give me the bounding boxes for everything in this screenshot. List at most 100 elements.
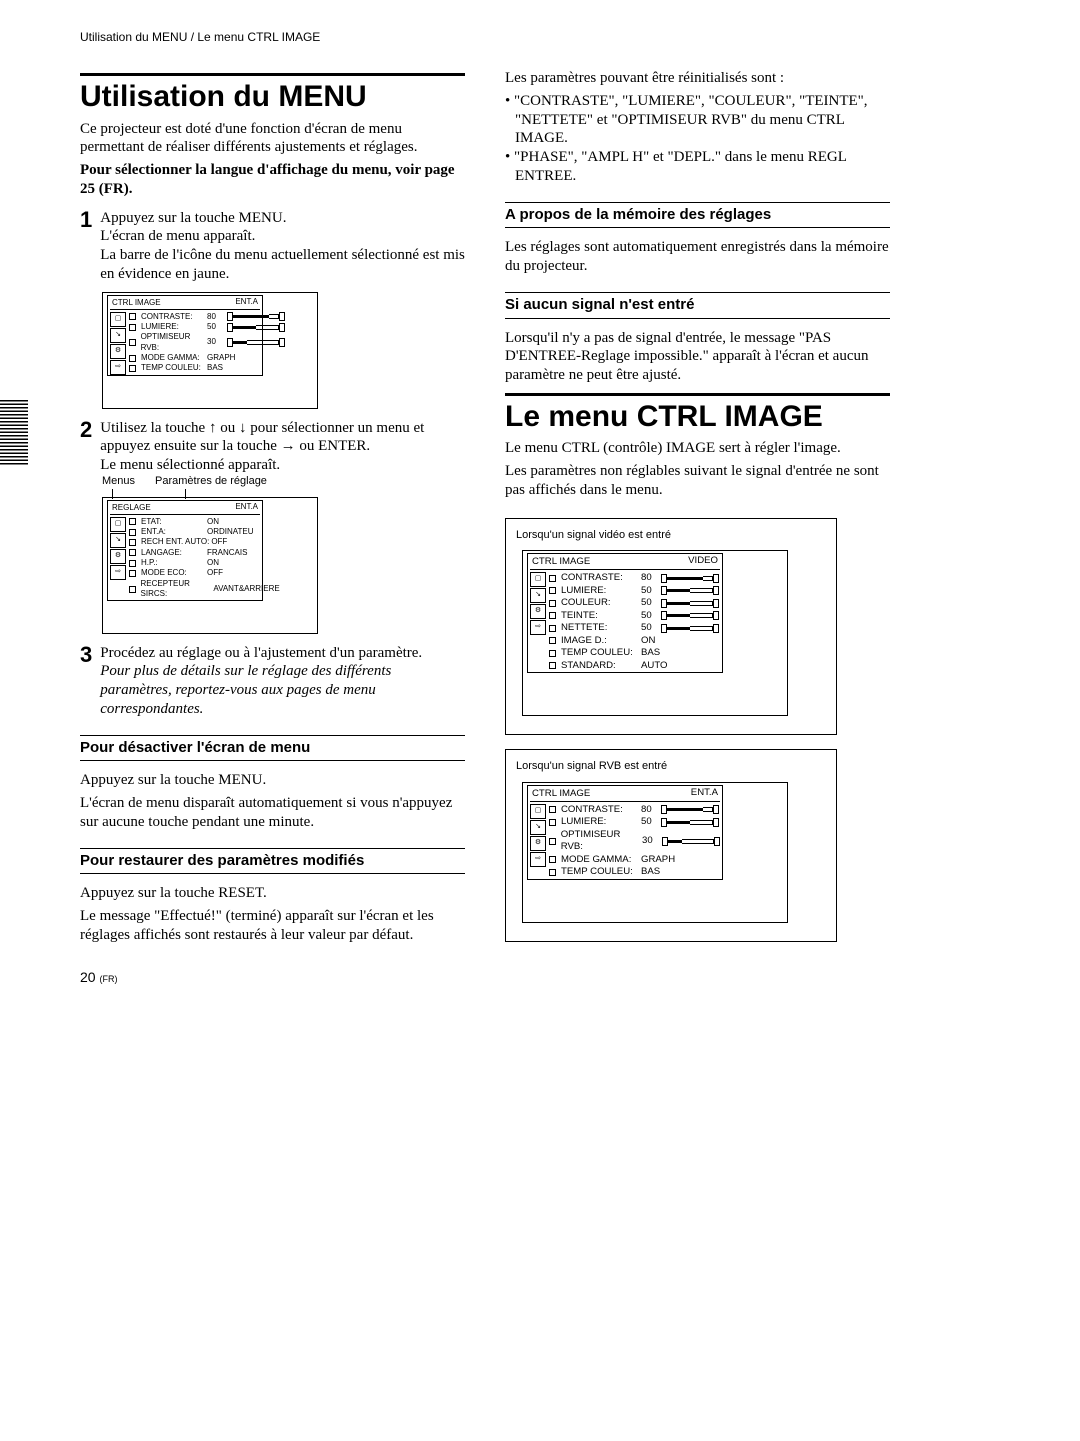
arrow-right-icon: → (281, 438, 296, 454)
slider-icon (662, 837, 720, 846)
checkbox-icon (549, 662, 556, 669)
page-edge-marker (0, 400, 28, 465)
osd-param-row: TEMP COULEU:BAS (547, 647, 720, 659)
osd2-label-menus: Menus (102, 475, 135, 489)
osd-param-key: LANGAGE: (141, 548, 205, 558)
ctrl-image-p1: Le menu CTRL (contrôle) IMAGE sert à rég… (505, 439, 890, 458)
osd-param-key: CONTRASTE: (141, 312, 205, 322)
osd-param-row: STANDARD:AUTO (547, 660, 720, 672)
checkbox-icon (549, 612, 556, 619)
reset-bullet-1: • "CONTRASTE", "LUMIERE", "COULEUR", "TE… (505, 92, 890, 148)
osd-param-row: LANGAGE:FRANCAIS (127, 548, 273, 558)
osd-param-value: 50 (641, 585, 655, 597)
osd-param-key: TEMP COULEU: (561, 647, 639, 659)
osd-param-key: TEMP COULEU: (141, 363, 205, 373)
osd-param-value: ON (641, 635, 655, 647)
osd-param-key: COULEUR: (561, 597, 639, 609)
osd-param-key: MODE GAMMA: (561, 854, 639, 866)
step-2-text-a: Utilisez la touche (100, 420, 209, 436)
osd-param-row: TEINTE:50 (547, 610, 720, 622)
rgb-signal-caption: Lorsqu'un signal RVB est entré (516, 760, 826, 774)
osd-title: CTRL IMAGE (532, 788, 590, 800)
osd-param-row: NETTETE:50 (547, 622, 720, 634)
heading-utilisation-menu: Utilisation du MENU (80, 73, 465, 116)
osd-param-key: H.P.: (141, 558, 205, 568)
osd-param-key: MODE GAMMA: (141, 353, 205, 363)
osd-signal: VIDEO (688, 555, 718, 567)
osd-param-key: ENT.A: (141, 527, 205, 537)
osd-param-value: OFF (211, 537, 227, 547)
checkbox-icon (129, 355, 136, 362)
osd-ctrl-image-video: CTRL IMAGEVIDEO▢↘⚙⇨CONTRASTE:80LUMIERE:5… (522, 550, 788, 716)
osd-param-value: 50 (641, 622, 655, 634)
checkbox-icon (129, 549, 136, 556)
section-restore-heading: Pour restaurer des paramètres modifiés (80, 848, 465, 875)
osd-param-key: IMAGE D.: (561, 635, 639, 647)
step-2-line-2: Le menu sélectionné apparaît. (100, 457, 280, 473)
osd-param-key: OPTIMISEUR RVB: (561, 829, 640, 854)
reset-bullet-2: • "PHASE", "AMPL H" et "DEPL." dans le m… (505, 148, 890, 186)
osd-param-row: MODE GAMMA:GRAPH (127, 353, 285, 363)
osd-param-key: CONTRASTE: (561, 804, 639, 816)
step-2-text-d: ou ENTER. (296, 438, 371, 454)
slider-icon (661, 805, 719, 814)
checkbox-icon (549, 650, 556, 657)
checkbox-icon (129, 560, 136, 567)
checkbox-icon (549, 600, 556, 607)
osd-param-value: 30 (207, 337, 221, 347)
section-deactivate-heading: Pour désactiver l'écran de menu (80, 735, 465, 762)
osd-param-key: OPTIMISEUR RVB: (141, 332, 205, 353)
osd-param-row: TEMP COULEU:BAS (547, 866, 720, 878)
step-1-body: Appuyez sur la touche MENU. L'écran de m… (100, 209, 465, 284)
osd-param-value: 50 (641, 597, 655, 609)
osd-param-key: ETAT: (141, 517, 205, 527)
checkbox-icon (549, 625, 556, 632)
osd-signal: ENT.A (691, 787, 718, 799)
osd-param-row: CONTRASTE:80 (127, 312, 285, 322)
checkbox-icon (549, 856, 556, 863)
running-header: Utilisation du MENU / Le menu CTRL IMAGE (80, 30, 890, 45)
step-2-body: Utilisez la touche ↑ ou ↓ pour sélection… (100, 419, 465, 475)
osd-signal: ENT.A (235, 297, 258, 307)
checkbox-icon (129, 339, 136, 346)
osd-param-row: LUMIERE:50 (127, 322, 285, 332)
osd-param-key: MODE ECO: (141, 568, 205, 578)
slider-icon (661, 574, 719, 583)
osd-param-row: RECH ENT. AUTO:OFF (127, 537, 273, 547)
osd-param-value: 50 (641, 816, 655, 828)
osd-title: CTRL IMAGE (112, 298, 161, 308)
step-3-number: 3 (80, 644, 92, 666)
osd-param-key: TEINTE: (561, 610, 639, 622)
slider-icon (661, 818, 719, 827)
right-column: Les paramètres pouvant être réinitialisé… (505, 65, 890, 949)
checkbox-icon (129, 539, 136, 546)
reset-intro: Les paramètres pouvant être réinitialisé… (505, 69, 890, 88)
osd-param-row: MODE ECO:OFF (127, 568, 273, 578)
osd-param-key: NETTETE: (561, 622, 639, 634)
checkbox-icon (129, 365, 136, 372)
section-memory-heading: A propos de la mémoire des réglages (505, 202, 890, 229)
checkbox-icon (549, 869, 556, 876)
page-number: 20 (FR) (80, 969, 890, 987)
video-signal-box: Lorsqu'un signal vidéo est entré CTRL IM… (505, 518, 837, 735)
checkbox-icon (129, 313, 136, 320)
osd-param-value: OFF (207, 568, 223, 578)
slider-icon (661, 611, 719, 620)
osd-param-value: GRAPH (641, 854, 675, 866)
checkbox-icon (549, 819, 556, 826)
osd-ctrl-image-rgb: CTRL IMAGEENT.A▢↘⚙⇨CONTRASTE:80LUMIERE:5… (522, 782, 788, 923)
step-1-line-3: La barre de l'icône du menu actuellement… (100, 247, 465, 282)
step-2-text-b: ou (216, 420, 239, 436)
checkbox-icon (129, 324, 136, 331)
osd-param-key: RECEPTEUR SIRCS: (141, 579, 212, 600)
osd-param-value: ON (207, 558, 221, 568)
checkbox-icon (549, 575, 556, 582)
checkbox-icon (129, 586, 136, 593)
memory-p: Les réglages sont automatiquement enregi… (505, 238, 890, 276)
slider-icon (661, 599, 719, 608)
osd-param-key: CONTRASTE: (561, 572, 639, 584)
step-1-line-1: Appuyez sur la touche MENU. (100, 210, 286, 226)
osd-param-row: ETAT:ON (127, 517, 273, 527)
osd-param-row: OPTIMISEUR RVB:30 (547, 829, 720, 854)
osd2-label-params: Paramètres de réglage (155, 475, 267, 489)
